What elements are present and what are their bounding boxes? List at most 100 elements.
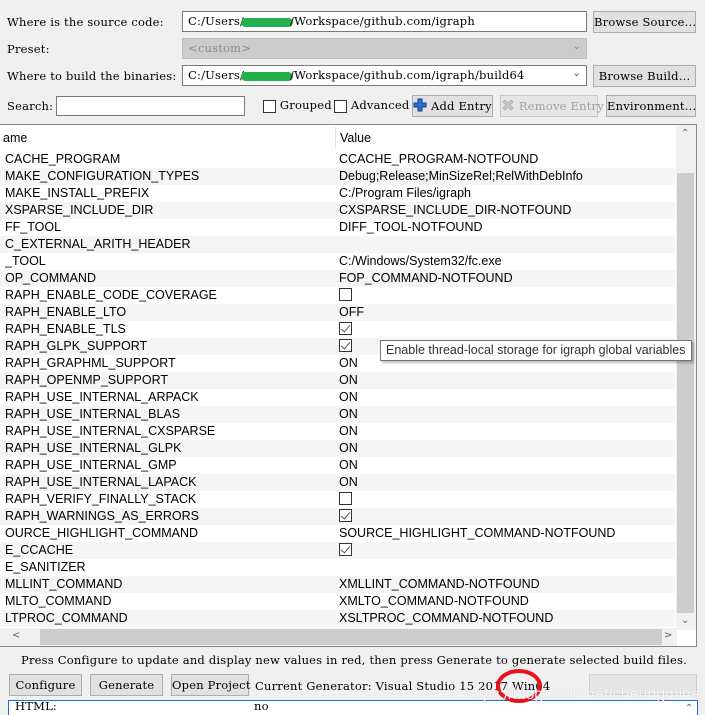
vertical-scroll-thumb[interactable]	[677, 173, 694, 613]
table-row[interactable]: LTPROC_COMMAND XSLTPROC_COMMAND-NOTFOUND	[0, 610, 675, 627]
entry-value-checkbox[interactable]	[339, 288, 352, 302]
scroll-up-icon[interactable]: ⌃	[681, 128, 689, 139]
entry-name: RAPH_GRAPHML_SUPPORT	[5, 356, 176, 370]
entry-name: RAPH_USE_INTERNAL_GLPK	[5, 441, 182, 455]
source-path-input[interactable]: C:/Users/ /Workspace/github.com/igraph	[182, 11, 587, 32]
entry-value: ON	[339, 424, 358, 438]
table-row[interactable]: MAKE_INSTALL_PREFIX C:/Program Files/igra…	[0, 185, 675, 202]
build-path-combobox[interactable]: C:/Users/ /Workspace/github.com/igraph/bu…	[182, 65, 587, 86]
configure-button[interactable]: Configure	[9, 674, 82, 696]
table-row[interactable]: MAKE_CONFIGURATION_TYPES Debug;Release;Mi…	[0, 168, 675, 185]
table-row[interactable]: OURCE_HIGHLIGHT_COMMAND SOURCE_HIGHLIGHT_…	[0, 525, 675, 542]
table-row[interactable]: RAPH_USE_INTERNAL_CXSPARSE ON	[0, 423, 675, 440]
entry-name: FF_TOOL	[5, 220, 62, 234]
column-separator[interactable]	[335, 127, 336, 149]
table-row[interactable]: CACHE_PROGRAM CCACHE_PROGRAM-NOTFOUND	[0, 151, 675, 168]
grouped-checkbox-box[interactable]	[263, 99, 276, 113]
entry-name: OURCE_HIGHLIGHT_COMMAND	[5, 526, 199, 540]
table-row[interactable]: E_CCACHE	[0, 542, 675, 559]
remove-entry-button[interactable]: Remove Entry	[500, 95, 604, 117]
table-row[interactable]: RAPH_ENABLE_LTO OFF	[0, 304, 675, 321]
table-row[interactable]: RAPH_WARNINGS_AS_ERRORS	[0, 508, 675, 525]
checked-checkbox-icon[interactable]	[339, 543, 352, 557]
horizontal-scroll-thumb[interactable]	[40, 629, 662, 645]
table-rows: CACHE_PROGRAM CCACHE_PROGRAM-NOTFOUND MAKE…	[0, 151, 675, 627]
table-row[interactable]: _TOOL C:/Windows/System32/fc.exe	[0, 253, 675, 270]
entry-name: LTPROC_COMMAND	[5, 611, 128, 625]
search-input[interactable]	[56, 96, 245, 116]
build-label: Where to build the binaries:	[7, 69, 177, 83]
preset-select[interactable]: <custom> ⌄	[182, 38, 587, 59]
chevron-down-icon: ⌄	[572, 41, 581, 52]
checked-checkbox-icon[interactable]	[339, 322, 352, 336]
table-row[interactable]: RAPH_USE_INTERNAL_BLAS ON	[0, 406, 675, 423]
entry-name: RAPH_ENABLE_CODE_COVERAGE	[5, 288, 217, 302]
entry-name: MLLINT_COMMAND	[5, 577, 123, 591]
table-row[interactable]: RAPH_VERIFY_FINALLY_STACK	[0, 491, 675, 508]
entry-name: OP_COMMAND	[5, 271, 96, 285]
vertical-scrollbar[interactable]: ⌃ ⌄	[676, 125, 696, 630]
entry-value: C:/Windows/System32/fc.exe	[339, 254, 502, 268]
entry-value: CCACHE_PROGRAM-NOTFOUND	[339, 152, 539, 166]
table-row[interactable]: RAPH_ENABLE_TLS	[0, 321, 675, 338]
source-path-suffix: /Workspace/github.com/igraph	[290, 14, 475, 28]
remove-x-icon	[502, 99, 514, 111]
table-row[interactable]: RAPH_ENABLE_CODE_COVERAGE	[0, 287, 675, 304]
browse-build-button[interactable]: Browse Build...	[593, 65, 696, 87]
entry-name: C_EXTERNAL_ARITH_HEADER	[5, 237, 191, 251]
table-row[interactable]: OP_COMMAND FOP_COMMAND-NOTFOUND	[0, 270, 675, 287]
table-row[interactable]: MLLINT_COMMAND XMLLINT_COMMAND-NOTFOUND	[0, 576, 675, 593]
unchecked-checkbox-icon[interactable]	[339, 492, 352, 506]
entry-name: XSPARSE_INCLUDE_DIR	[5, 203, 154, 217]
column-header-name[interactable]: ame	[3, 131, 27, 145]
table-row[interactable]: FF_TOOL DIFF_TOOL-NOTFOUND	[0, 219, 675, 236]
entry-value-checkbox[interactable]	[339, 339, 352, 353]
add-entry-label: Add Entry	[430, 99, 492, 113]
table-row[interactable]: E_SANITIZER	[0, 559, 675, 576]
cache-table[interactable]: ame Value CACHE_PROGRAM CCACHE_PROGRAM-NO…	[0, 124, 697, 647]
entry-value-checkbox[interactable]	[339, 492, 352, 506]
environment-button[interactable]: Environment...	[606, 95, 696, 117]
checked-checkbox-icon[interactable]	[339, 509, 352, 523]
table-row[interactable]: RAPH_USE_INTERNAL_ARPACK ON	[0, 389, 675, 406]
preset-label: Preset:	[7, 42, 50, 56]
entry-name: E_SANITIZER	[5, 560, 86, 574]
grouped-checkbox[interactable]: Grouped	[263, 98, 332, 113]
entry-name: RAPH_USE_INTERNAL_GMP	[5, 458, 177, 472]
advanced-checkbox[interactable]: Advanced	[334, 98, 410, 113]
table-row[interactable]: RAPH_OPENMP_SUPPORT ON	[0, 372, 675, 389]
horizontal-scrollbar[interactable]: < >	[0, 628, 677, 646]
table-row[interactable]: XSPARSE_INCLUDE_DIR CXSPARSE_INCLUDE_DIR-…	[0, 202, 675, 219]
table-row[interactable]: RAPH_USE_INTERNAL_GLPK ON	[0, 440, 675, 457]
entry-name: RAPH_WARNINGS_AS_ERRORS	[5, 509, 200, 523]
entry-value-checkbox[interactable]	[339, 322, 352, 336]
build-path-suffix: /Workspace/github.com/igraph/build64	[290, 68, 525, 82]
advanced-checkbox-box[interactable]	[334, 99, 347, 113]
chevron-down-icon[interactable]: ⌄	[572, 68, 581, 79]
output-key: HTML:	[15, 699, 57, 713]
entry-value: OFF	[339, 305, 364, 319]
entry-name: E_CCACHE	[5, 543, 74, 557]
table-row[interactable]: MLTO_COMMAND XMLTO_COMMAND-NOTFOUND	[0, 593, 675, 610]
entry-value: SOURCE_HIGHLIGHT_COMMAND-NOTFOUND	[339, 526, 616, 540]
scroll-up-icon[interactable]: ⌃	[685, 703, 693, 714]
checked-checkbox-icon[interactable]	[339, 339, 352, 353]
scroll-left-icon[interactable]: <	[12, 630, 20, 641]
add-entry-button[interactable]: Add Entry	[412, 95, 493, 117]
entry-value-checkbox[interactable]	[339, 509, 352, 523]
generate-button[interactable]: Generate	[90, 674, 163, 696]
entry-value: CXSPARSE_INCLUDE_DIR-NOTFOUND	[339, 203, 572, 217]
table-row[interactable]: RAPH_USE_INTERNAL_LAPACK ON	[0, 474, 675, 491]
unchecked-checkbox-icon[interactable]	[339, 288, 352, 302]
entry-name: RAPH_USE_INTERNAL_ARPACK	[5, 390, 199, 404]
column-header-value[interactable]: Value	[340, 131, 371, 145]
table-row[interactable]: RAPH_USE_INTERNAL_GMP ON	[0, 457, 675, 474]
scroll-right-icon[interactable]: >	[664, 630, 672, 641]
entry-value-checkbox[interactable]	[339, 543, 352, 557]
browse-source-button[interactable]: Browse Source...	[593, 11, 696, 33]
entry-value: XSLTPROC_COMMAND-NOTFOUND	[339, 611, 554, 625]
scroll-down-icon[interactable]: ⌄	[681, 615, 689, 626]
open-project-button[interactable]: Open Project	[171, 674, 250, 696]
table-row[interactable]: C_EXTERNAL_ARITH_HEADER	[0, 236, 675, 253]
entry-value: ON	[339, 407, 358, 421]
